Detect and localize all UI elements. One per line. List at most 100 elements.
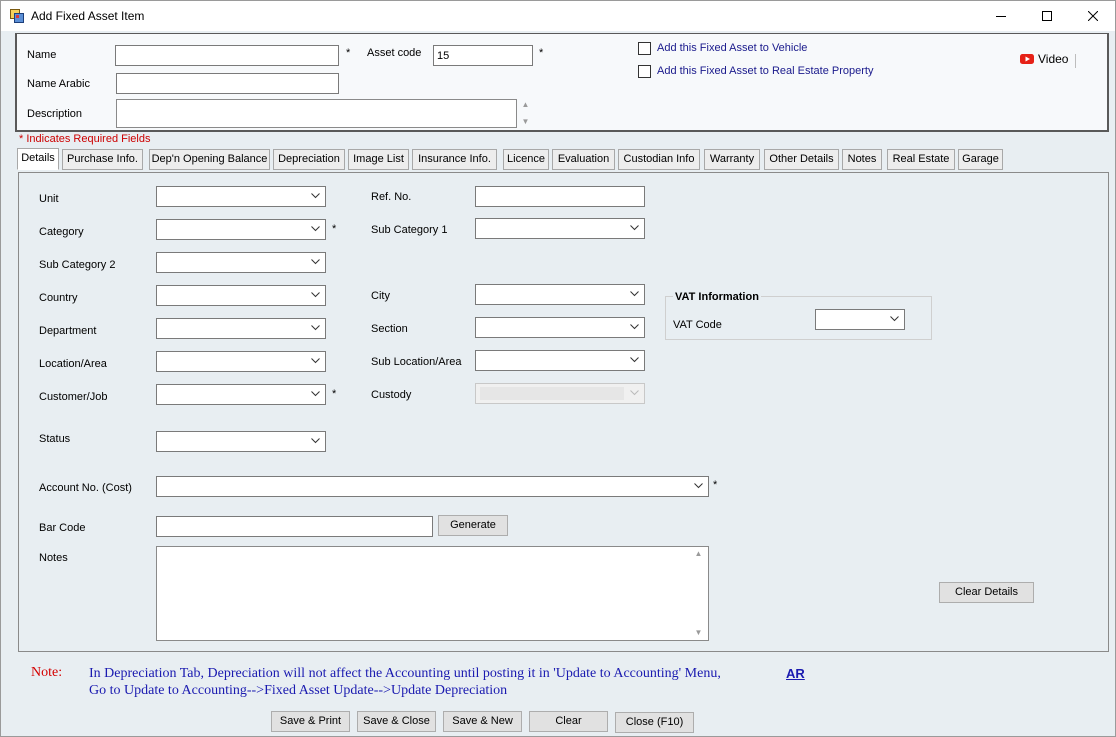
tab-evaluation[interactable]: Evaluation xyxy=(552,149,615,170)
save-close-button[interactable]: Save & Close xyxy=(357,711,436,732)
vat-code-combo[interactable] xyxy=(815,309,905,330)
tab-details[interactable]: Details xyxy=(17,148,59,170)
tab-warranty[interactable]: Warranty xyxy=(704,149,760,170)
required-fields-note: * Indicates Required Fields xyxy=(19,133,151,145)
notes-scrollbar[interactable]: ▲ ▼ xyxy=(692,548,705,639)
youtube-icon[interactable] xyxy=(1020,54,1034,64)
customer-job-label: Customer/Job xyxy=(39,391,108,403)
notes-label: Notes xyxy=(39,552,68,564)
account-no-combo[interactable] xyxy=(156,476,709,497)
city-combo[interactable] xyxy=(475,284,645,305)
app-icon xyxy=(10,9,24,23)
sub-location-area-combo[interactable] xyxy=(475,350,645,371)
tab-real-estate[interactable]: Real Estate xyxy=(887,149,955,170)
save-print-button[interactable]: Save & Print xyxy=(271,711,350,732)
minimize-icon xyxy=(996,16,1006,17)
bar-code-label: Bar Code xyxy=(39,522,86,534)
category-label: Category xyxy=(39,226,84,238)
real-estate-checkbox[interactable] xyxy=(638,65,651,78)
tab-purchase-info[interactable]: Purchase Info. xyxy=(62,149,143,170)
tab-depreciation[interactable]: Depreciation xyxy=(273,149,345,170)
chevron-down-icon xyxy=(890,316,899,322)
real-estate-checkbox-label[interactable]: Add this Fixed Asset to Real Estate Prop… xyxy=(657,65,873,77)
description-input[interactable] xyxy=(116,99,517,128)
vat-code-label: VAT Code xyxy=(673,319,722,331)
tab-licence[interactable]: Licence xyxy=(503,149,549,170)
chevron-down-icon xyxy=(311,259,320,265)
sub-location-area-label: Sub Location/Area xyxy=(371,356,462,368)
sub-category-2-label: Sub Category 2 xyxy=(39,259,116,271)
status-combo[interactable] xyxy=(156,431,326,452)
section-combo[interactable] xyxy=(475,317,645,338)
category-required-mark: * xyxy=(332,223,337,235)
name-required-mark: * xyxy=(346,47,351,59)
unit-combo[interactable] xyxy=(156,186,326,207)
save-new-button[interactable]: Save & New xyxy=(443,711,522,732)
bar-code-input[interactable] xyxy=(156,516,433,537)
chevron-down-icon xyxy=(311,438,320,444)
sub-category-1-combo[interactable] xyxy=(475,218,645,239)
details-tab-panel: Unit Category * Sub Category 2 Country D… xyxy=(18,172,1109,652)
name-arabic-input[interactable] xyxy=(116,73,339,94)
vehicle-checkbox-label[interactable]: Add this Fixed Asset to Vehicle xyxy=(657,42,807,54)
category-combo[interactable] xyxy=(156,219,326,240)
sub-category-2-combo[interactable] xyxy=(156,252,326,273)
notes-textarea[interactable] xyxy=(156,546,709,641)
tab-notes[interactable]: Notes xyxy=(842,149,882,170)
country-label: Country xyxy=(39,292,78,304)
note-line-1: In Depreciation Tab, Depreciation will n… xyxy=(89,666,721,681)
tab-garage[interactable]: Garage xyxy=(958,149,1003,170)
clear-button[interactable]: Clear xyxy=(529,711,608,732)
form-body: Name * Asset code * Name Arabic Descript… xyxy=(1,31,1115,736)
scroll-down-icon: ▼ xyxy=(521,117,530,126)
tab-image-list[interactable]: Image List xyxy=(348,149,409,170)
scroll-up-icon: ▲ xyxy=(521,100,530,109)
name-input[interactable] xyxy=(115,45,339,66)
tab-depn-opening-balance[interactable]: Dep'n Opening Balance xyxy=(149,149,270,170)
tab-insurance-info[interactable]: Insurance Info. xyxy=(412,149,497,170)
chevron-down-icon xyxy=(630,357,639,363)
vat-information-title: VAT Information xyxy=(673,291,761,303)
customer-job-required-mark: * xyxy=(332,388,337,400)
maximize-button[interactable] xyxy=(1024,1,1070,31)
description-label: Description xyxy=(27,108,83,120)
customer-job-combo[interactable] xyxy=(156,384,326,405)
location-area-label: Location/Area xyxy=(39,358,107,370)
chevron-down-icon xyxy=(694,483,703,489)
location-area-combo[interactable] xyxy=(156,351,326,372)
generate-button[interactable]: Generate xyxy=(438,515,508,536)
department-label: Department xyxy=(39,325,97,337)
vehicle-checkbox[interactable] xyxy=(638,42,651,55)
scroll-up-icon: ▲ xyxy=(694,549,703,558)
ar-language-link[interactable]: AR xyxy=(786,666,805,681)
city-label: City xyxy=(371,290,390,302)
description-scrollbar[interactable]: ▲ ▼ xyxy=(519,99,532,128)
sub-category-1-label: Sub Category 1 xyxy=(371,224,448,236)
video-separator xyxy=(1075,54,1076,68)
close-icon xyxy=(1088,11,1098,21)
asset-code-input[interactable] xyxy=(433,45,533,66)
chevron-down-icon xyxy=(630,291,639,297)
country-combo[interactable] xyxy=(156,285,326,306)
note-label: Note: xyxy=(31,665,63,680)
close-button[interactable]: Close (F10) xyxy=(615,712,694,733)
ref-no-label: Ref. No. xyxy=(371,191,412,203)
tab-custodian-info[interactable]: Custodian Info xyxy=(618,149,700,170)
chevron-down-icon xyxy=(630,225,639,231)
ref-no-input[interactable] xyxy=(475,186,645,207)
chevron-down-icon xyxy=(311,193,320,199)
window-title: Add Fixed Asset Item xyxy=(31,9,145,23)
custody-combo-field xyxy=(480,387,624,400)
title-bar: Add Fixed Asset Item xyxy=(1,1,1115,31)
video-link[interactable]: Video xyxy=(1038,52,1068,66)
add-fixed-asset-window: Add Fixed Asset Item Name * Asset code *… xyxy=(0,0,1116,737)
chevron-down-icon xyxy=(311,292,320,298)
unit-label: Unit xyxy=(39,193,59,205)
name-arabic-label: Name Arabic xyxy=(27,78,90,90)
close-window-button[interactable] xyxy=(1070,1,1116,31)
name-label: Name xyxy=(27,49,57,61)
minimize-button[interactable] xyxy=(978,1,1024,31)
clear-details-button[interactable]: Clear Details xyxy=(939,582,1034,603)
tab-other-details[interactable]: Other Details xyxy=(764,149,839,170)
department-combo[interactable] xyxy=(156,318,326,339)
